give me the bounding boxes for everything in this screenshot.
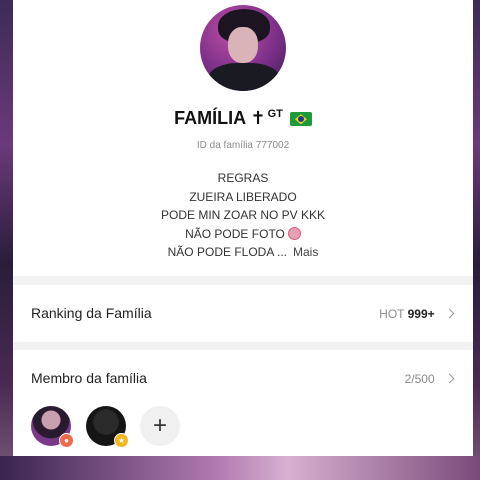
family-id: ID da família 777002 <box>196 140 290 151</box>
background-left <box>0 0 14 480</box>
family-members-section: Membro da família 2/500 ● ★ + <box>13 350 473 456</box>
rules-line: PODE MIN ZOAR NO PV KKK <box>160 208 326 222</box>
hot-label: HOT <box>379 307 405 321</box>
member-avatar[interactable]: ★ <box>86 406 129 448</box>
hot-value: 999+ <box>407 307 435 321</box>
members-title: Membro da família <box>31 370 147 386</box>
family-tag: GT <box>267 108 283 120</box>
family-profile-panel: FAMÍLIA ✝ GT ID da família 777002 REGRAS … <box>13 0 473 456</box>
cross-symbol-icon: ✝ <box>250 108 266 128</box>
rules-line: ZUEIRA LIBERADO <box>189 189 297 204</box>
members-count: 2/500 <box>404 372 435 386</box>
owner-badge-icon: ● <box>59 433 74 448</box>
more-link[interactable]: Mais <box>293 245 318 259</box>
brazil-flag-icon <box>289 112 312 127</box>
add-member-button[interactable]: + <box>140 406 180 446</box>
rules-line: REGRAS <box>217 171 269 185</box>
family-title: FAMÍLIA ✝ GT <box>13 108 473 129</box>
member-avatar[interactable]: ● <box>31 406 74 448</box>
chevron-right-icon <box>444 373 455 384</box>
prohibited-icon <box>287 226 301 240</box>
family-name: FAMÍLIA <box>174 108 246 128</box>
family-rules: REGRAS ZUEIRA LIBERADO PODE MIN ZOAR NO … <box>13 169 473 262</box>
admin-badge-icon: ★ <box>114 433 129 448</box>
rules-line: NÃO PODE FOTO <box>185 226 285 241</box>
ranking-title: Ranking da Família <box>31 305 152 321</box>
family-ranking-row[interactable]: Ranking da Família HOT 999+ <box>13 285 473 342</box>
background-bottom <box>0 456 480 480</box>
family-avatar[interactable] <box>200 5 286 91</box>
chevron-right-icon <box>444 308 455 319</box>
members-count-link[interactable]: 2/500 <box>404 372 455 386</box>
family-header-card: FAMÍLIA ✝ GT ID da família 777002 REGRAS … <box>13 0 473 276</box>
ranking-hot: HOT 999+ <box>379 307 455 321</box>
rules-line: NÃO PODE FLODA ... <box>167 245 288 259</box>
